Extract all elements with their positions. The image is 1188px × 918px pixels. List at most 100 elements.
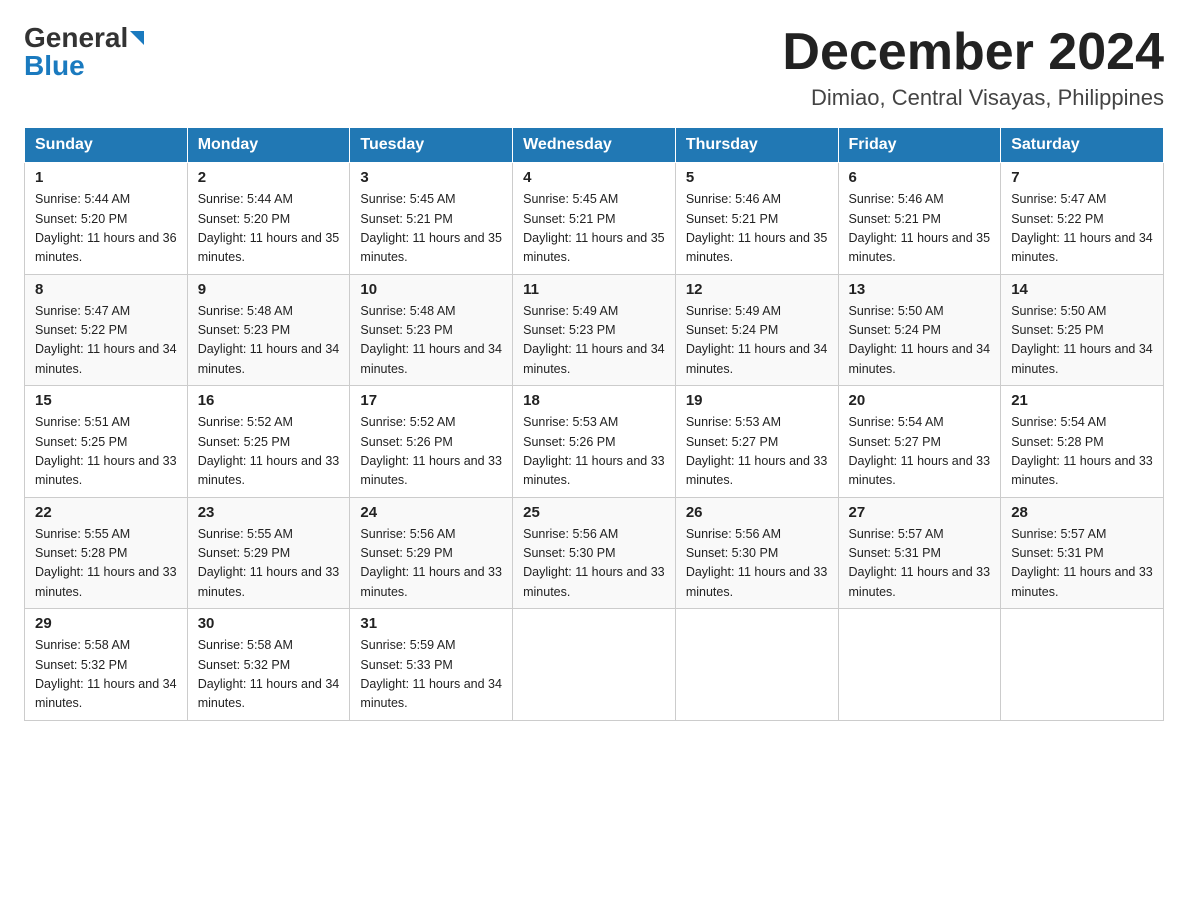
day-info: Sunrise: 5:49 AMSunset: 5:23 PMDaylight:… (523, 302, 665, 380)
day-number: 29 (35, 615, 177, 632)
day-number: 3 (360, 169, 502, 186)
calendar-cell: 20 Sunrise: 5:54 AMSunset: 5:27 PMDayligh… (838, 386, 1001, 498)
logo: General Blue (24, 24, 144, 80)
day-number: 22 (35, 504, 177, 521)
day-number: 20 (849, 392, 991, 409)
calendar-cell: 17Sunrise: 5:52 AMSunset: 5:26 PMDayligh… (350, 386, 513, 498)
day-info: Sunrise: 5:46 AMSunset: 5:21 PMDaylight:… (686, 190, 828, 268)
day-info: Sunrise: 5:49 AMSunset: 5:24 PMDaylight:… (686, 302, 828, 380)
day-number: 6 (849, 169, 991, 186)
day-number: 25 (523, 504, 665, 521)
day-info: Sunrise: 5:50 AMSunset: 5:25 PMDaylight:… (1011, 302, 1153, 380)
day-info: Sunrise: 5:54 AMSunset: 5:28 PMDaylight:… (1011, 413, 1153, 491)
day-info: Sunrise: 5:58 AMSunset: 5:32 PMDaylight:… (35, 636, 177, 714)
calendar-cell: 24 Sunrise: 5:56 AMSunset: 5:29 PMDayligh… (350, 497, 513, 609)
calendar-cell: 6 Sunrise: 5:46 AMSunset: 5:21 PMDaylight… (838, 163, 1001, 275)
day-number: 23 (198, 504, 340, 521)
day-number: 28 (1011, 504, 1153, 521)
day-number: 19 (686, 392, 828, 409)
calendar-week-row: 8 Sunrise: 5:47 AMSunset: 5:22 PMDaylight… (25, 274, 1164, 386)
day-info: Sunrise: 5:47 AMSunset: 5:22 PMDaylight:… (35, 302, 177, 380)
day-info: Sunrise: 5:57 AMSunset: 5:31 PMDaylight:… (1011, 525, 1153, 603)
logo-arrow-icon (130, 31, 144, 45)
day-info: Sunrise: 5:56 AMSunset: 5:30 PMDaylight:… (523, 525, 665, 603)
calendar-cell: 3 Sunrise: 5:45 AMSunset: 5:21 PMDaylight… (350, 163, 513, 275)
day-info: Sunrise: 5:54 AMSunset: 5:27 PMDaylight:… (849, 413, 991, 491)
day-info: Sunrise: 5:45 AMSunset: 5:21 PMDaylight:… (523, 190, 665, 268)
day-info: Sunrise: 5:48 AMSunset: 5:23 PMDaylight:… (360, 302, 502, 380)
calendar-cell: 1 Sunrise: 5:44 AMSunset: 5:20 PMDaylight… (25, 163, 188, 275)
day-number: 5 (686, 169, 828, 186)
calendar-cell (1001, 609, 1164, 721)
day-number: 8 (35, 281, 177, 298)
day-number: 16 (198, 392, 340, 409)
calendar-cell: 5 Sunrise: 5:46 AMSunset: 5:21 PMDaylight… (675, 163, 838, 275)
column-header-thursday: Thursday (675, 128, 838, 163)
day-number: 24 (360, 504, 502, 521)
logo-blue-text: Blue (24, 52, 85, 80)
column-header-saturday: Saturday (1001, 128, 1164, 163)
calendar-cell: 9 Sunrise: 5:48 AMSunset: 5:23 PMDaylight… (187, 274, 350, 386)
page-header: General Blue December 2024 Dimiao, Centr… (24, 24, 1164, 111)
calendar-cell: 13Sunrise: 5:50 AMSunset: 5:24 PMDayligh… (838, 274, 1001, 386)
calendar-cell: 22Sunrise: 5:55 AMSunset: 5:28 PMDayligh… (25, 497, 188, 609)
column-header-tuesday: Tuesday (350, 128, 513, 163)
calendar-cell: 8 Sunrise: 5:47 AMSunset: 5:22 PMDaylight… (25, 274, 188, 386)
day-info: Sunrise: 5:56 AMSunset: 5:30 PMDaylight:… (686, 525, 828, 603)
day-info: Sunrise: 5:48 AMSunset: 5:23 PMDaylight:… (198, 302, 340, 380)
calendar-cell: 19 Sunrise: 5:53 AMSunset: 5:27 PMDayligh… (675, 386, 838, 498)
calendar-cell: 14Sunrise: 5:50 AMSunset: 5:25 PMDayligh… (1001, 274, 1164, 386)
day-number: 1 (35, 169, 177, 186)
day-info: Sunrise: 5:44 AMSunset: 5:20 PMDaylight:… (198, 190, 340, 268)
calendar-cell: 18Sunrise: 5:53 AMSunset: 5:26 PMDayligh… (513, 386, 676, 498)
day-info: Sunrise: 5:50 AMSunset: 5:24 PMDaylight:… (849, 302, 991, 380)
calendar-week-row: 15Sunrise: 5:51 AMSunset: 5:25 PMDayligh… (25, 386, 1164, 498)
calendar-cell: 29 Sunrise: 5:58 AMSunset: 5:32 PMDayligh… (25, 609, 188, 721)
column-header-friday: Friday (838, 128, 1001, 163)
day-info: Sunrise: 5:52 AMSunset: 5:25 PMDaylight:… (198, 413, 340, 491)
calendar-cell: 31 Sunrise: 5:59 AMSunset: 5:33 PMDayligh… (350, 609, 513, 721)
calendar-cell: 15Sunrise: 5:51 AMSunset: 5:25 PMDayligh… (25, 386, 188, 498)
calendar-cell: 16 Sunrise: 5:52 AMSunset: 5:25 PMDayligh… (187, 386, 350, 498)
calendar-cell: 21 Sunrise: 5:54 AMSunset: 5:28 PMDayligh… (1001, 386, 1164, 498)
calendar-cell (838, 609, 1001, 721)
day-info: Sunrise: 5:55 AMSunset: 5:29 PMDaylight:… (198, 525, 340, 603)
day-number: 10 (360, 281, 502, 298)
day-number: 21 (1011, 392, 1153, 409)
day-info: Sunrise: 5:57 AMSunset: 5:31 PMDaylight:… (849, 525, 991, 603)
day-number: 7 (1011, 169, 1153, 186)
location-subtitle: Dimiao, Central Visayas, Philippines (782, 85, 1164, 111)
day-info: Sunrise: 5:56 AMSunset: 5:29 PMDaylight:… (360, 525, 502, 603)
calendar-table: SundayMondayTuesdayWednesdayThursdayFrid… (24, 127, 1164, 721)
day-number: 4 (523, 169, 665, 186)
column-header-monday: Monday (187, 128, 350, 163)
calendar-cell (513, 609, 676, 721)
calendar-cell: 26 Sunrise: 5:56 AMSunset: 5:30 PMDayligh… (675, 497, 838, 609)
calendar-cell: 23 Sunrise: 5:55 AMSunset: 5:29 PMDayligh… (187, 497, 350, 609)
day-number: 2 (198, 169, 340, 186)
day-number: 30 (198, 615, 340, 632)
day-number: 15 (35, 392, 177, 409)
day-info: Sunrise: 5:45 AMSunset: 5:21 PMDaylight:… (360, 190, 502, 268)
day-number: 31 (360, 615, 502, 632)
day-info: Sunrise: 5:47 AMSunset: 5:22 PMDaylight:… (1011, 190, 1153, 268)
calendar-cell: 10 Sunrise: 5:48 AMSunset: 5:23 PMDayligh… (350, 274, 513, 386)
calendar-cell: 11Sunrise: 5:49 AMSunset: 5:23 PMDayligh… (513, 274, 676, 386)
calendar-week-row: 29 Sunrise: 5:58 AMSunset: 5:32 PMDayligh… (25, 609, 1164, 721)
day-number: 26 (686, 504, 828, 521)
day-info: Sunrise: 5:59 AMSunset: 5:33 PMDaylight:… (360, 636, 502, 714)
title-block: December 2024 Dimiao, Central Visayas, P… (782, 24, 1164, 111)
day-info: Sunrise: 5:46 AMSunset: 5:21 PMDaylight:… (849, 190, 991, 268)
calendar-cell: 7 Sunrise: 5:47 AMSunset: 5:22 PMDaylight… (1001, 163, 1164, 275)
calendar-cell: 4 Sunrise: 5:45 AMSunset: 5:21 PMDaylight… (513, 163, 676, 275)
calendar-cell: 2 Sunrise: 5:44 AMSunset: 5:20 PMDaylight… (187, 163, 350, 275)
day-info: Sunrise: 5:53 AMSunset: 5:27 PMDaylight:… (686, 413, 828, 491)
month-title: December 2024 (782, 24, 1164, 81)
calendar-cell: 25 Sunrise: 5:56 AMSunset: 5:30 PMDayligh… (513, 497, 676, 609)
day-info: Sunrise: 5:44 AMSunset: 5:20 PMDaylight:… (35, 190, 177, 268)
day-number: 9 (198, 281, 340, 298)
day-number: 18 (523, 392, 665, 409)
calendar-cell: 30Sunrise: 5:58 AMSunset: 5:32 PMDayligh… (187, 609, 350, 721)
calendar-cell: 12Sunrise: 5:49 AMSunset: 5:24 PMDayligh… (675, 274, 838, 386)
logo-general-text: General (24, 24, 128, 52)
